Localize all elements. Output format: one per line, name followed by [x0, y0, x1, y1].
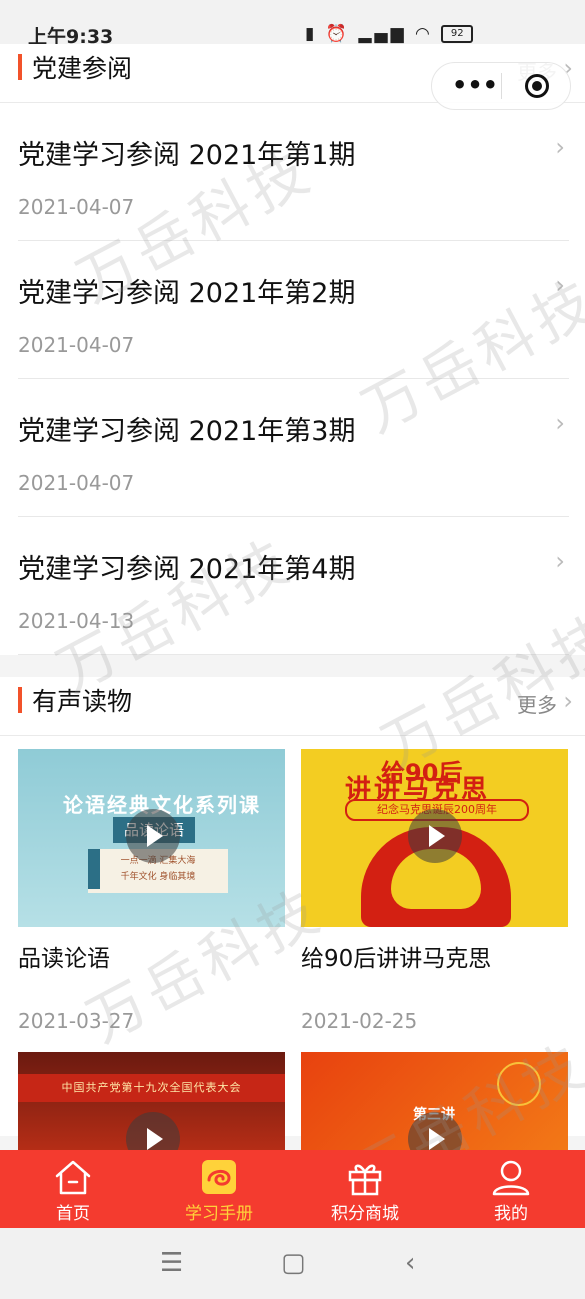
list-item[interactable]: 党建学习参阅 2021年第2期 2021-04-07 ›: [18, 241, 569, 379]
audio-card[interactable]: 中国共产党第十九次全国代表大会: [18, 1052, 285, 1150]
thumb-banner: 中国共产党第十九次全国代表大会: [18, 1074, 285, 1102]
item-date: 2021-04-13: [18, 609, 135, 633]
item-date: 2021-04-07: [18, 471, 135, 495]
tab-label: 学习手册: [185, 1204, 253, 1224]
bottom-tab-bar: 首页 学习手册 积分商城 我的: [0, 1150, 585, 1228]
study-manual-icon: [202, 1160, 236, 1194]
card-title: 给90后讲讲马克思: [301, 946, 492, 972]
menu-icon[interactable]: ☰: [160, 1248, 183, 1278]
section-title: 有声读物: [32, 687, 133, 716]
wifi-icon: ◠: [414, 24, 433, 44]
list-item[interactable]: 党建学习参阅 2021年第1期 2021-04-07 ›: [18, 103, 569, 241]
audio-card[interactable]: 给90后 讲讲马克思 纪念马克思诞辰200周年 给90后讲讲马克思 2021-0…: [301, 749, 568, 1033]
chevron-right-icon: ›: [555, 409, 565, 437]
item-date: 2021-04-07: [18, 333, 135, 357]
system-nav-bar: ☰ ▢ ‹: [0, 1228, 585, 1299]
chevron-right-icon: ›: [555, 271, 565, 299]
vibrate-icon: ▮: [305, 24, 318, 44]
tab-label: 首页: [56, 1204, 90, 1224]
marx-thumbnail[interactable]: 给90后 讲讲马克思 纪念马克思诞辰200周年: [301, 749, 568, 927]
card-date: 2021-03-27: [18, 1009, 135, 1033]
tab-home[interactable]: 首页: [0, 1150, 146, 1228]
congress-thumbnail[interactable]: 中国共产党第十九次全国代表大会: [18, 1052, 285, 1150]
list-item[interactable]: 党建学习参阅 2021年第3期 2021-04-07 ›: [18, 379, 569, 517]
chevron-right-icon: ›: [555, 133, 565, 161]
tab-label: 我的: [494, 1204, 528, 1224]
gift-icon: [348, 1164, 382, 1196]
miniprogram-capsule: •••: [431, 62, 571, 110]
alarm-icon: ⏰: [325, 24, 350, 44]
tab-label: 积分商城: [331, 1204, 399, 1224]
tab-mine[interactable]: 我的: [438, 1150, 584, 1228]
back-icon[interactable]: ‹: [405, 1248, 415, 1278]
card-date: 2021-02-25: [301, 1009, 418, 1033]
item-title: 党建学习参阅 2021年第2期: [18, 278, 356, 309]
capsule-divider: [501, 73, 502, 99]
item-title: 党建学习参阅 2021年第4期: [18, 554, 356, 585]
section-title: 党建参阅: [32, 54, 133, 83]
thumb-side-strip: [88, 849, 100, 889]
play-icon[interactable]: [126, 1112, 180, 1150]
battery-icon: 92: [441, 25, 474, 43]
section-header: 有声读物 更多 ›: [0, 677, 585, 736]
more-link[interactable]: 更多: [517, 689, 557, 718]
card-title: 品读论语: [18, 946, 110, 972]
signal-icon: ▂▄▆: [358, 24, 407, 44]
section-accent-bar: [18, 687, 22, 713]
list-item[interactable]: 党建学习参阅 2021年第4期 2021-04-13 ›: [18, 517, 569, 655]
play-icon[interactable]: [408, 809, 462, 863]
emblem-icon: [497, 1062, 541, 1106]
audio-grid: 论语经典文化系列课 品读论语 一点一滴 汇集大海 千年文化 身临其境 品读论语 …: [0, 736, 585, 1150]
item-title: 党建学习参阅 2021年第1期: [18, 140, 356, 171]
party-reading-section: 党建参阅 更多 › 党建学习参阅 2021年第1期 2021-04-07 › 党…: [0, 44, 585, 655]
chevron-right-icon: ›: [563, 687, 573, 715]
tab-points-mall[interactable]: 积分商城: [292, 1150, 438, 1228]
item-title: 党建学习参阅 2021年第3期: [18, 416, 356, 447]
audio-card[interactable]: 第三讲: [301, 1052, 568, 1150]
status-icons: ▮ ⏰ ▂▄▆ ◠ 92: [305, 24, 474, 44]
more-options-icon[interactable]: •••: [452, 71, 498, 99]
lunyu-thumbnail[interactable]: 论语经典文化系列课 品读论语 一点一滴 汇集大海 千年文化 身临其境: [18, 749, 285, 927]
item-date: 2021-04-07: [18, 195, 135, 219]
section-accent-bar: [18, 54, 22, 80]
play-icon[interactable]: [126, 809, 180, 863]
home-square-icon[interactable]: ▢: [281, 1248, 306, 1278]
user-icon: [492, 1160, 530, 1196]
tab-study-manual[interactable]: 学习手册: [146, 1150, 292, 1228]
section-gap: [0, 655, 585, 677]
page-content[interactable]: 党建参阅 更多 › 党建学习参阅 2021年第1期 2021-04-07 › 党…: [0, 44, 585, 1150]
chevron-right-icon: ›: [555, 547, 565, 575]
status-bar: 上午9:33 ▮ ⏰ ▂▄▆ ◠ 92: [0, 0, 585, 48]
audio-books-section: 有声读物 更多 › 论语经典文化系列课 品读论语 一点一滴 汇集大海 千年文化 …: [0, 677, 585, 1150]
thumb-line: 千年文化 身临其境: [120, 872, 196, 882]
home-icon: [55, 1160, 91, 1195]
close-miniprogram-icon[interactable]: [525, 74, 549, 98]
audio-card[interactable]: 论语经典文化系列课 品读论语 一点一滴 汇集大海 千年文化 身临其境 品读论语 …: [18, 749, 285, 1033]
lecture-thumbnail[interactable]: 第三讲: [301, 1052, 568, 1150]
